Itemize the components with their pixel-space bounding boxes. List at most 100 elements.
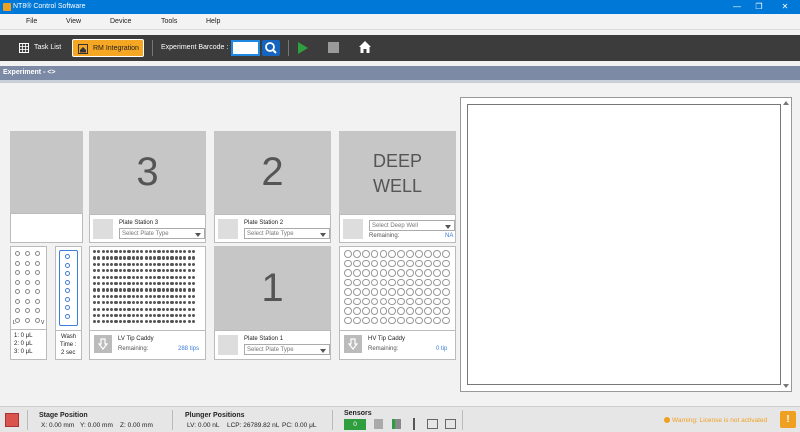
plate-station-2-select[interactable]: Select Plate Type [244, 228, 330, 239]
hv-tip-slot [432, 297, 441, 306]
lv-tip [123, 320, 127, 324]
lv-tip [183, 313, 187, 318]
hv-tip-slot [388, 288, 397, 296]
lv-tip-caddy[interactable]: LV Tip Caddy Remaining: 288 tips [89, 246, 206, 360]
lv-tip [105, 313, 110, 318]
plate-station-3-select[interactable]: Select Plate Type [119, 228, 205, 239]
lv-tip [140, 269, 144, 273]
lv-tip [114, 294, 118, 298]
rm-integration-button[interactable]: RM Integration [72, 39, 144, 57]
lv-tip [97, 250, 101, 254]
hv-tip-slot [370, 250, 379, 258]
lv-tip [105, 307, 110, 311]
scroll-down-icon[interactable] [783, 384, 789, 388]
lv-tip [174, 313, 178, 318]
menu-view[interactable]: View [66, 18, 81, 25]
reagent-well [25, 260, 30, 266]
barcode-input[interactable] [231, 40, 260, 56]
menu-tools[interactable]: Tools [161, 18, 177, 25]
lv-tip [187, 256, 191, 260]
chevron-down-icon [320, 233, 326, 237]
lv-tip [114, 262, 118, 266]
lv-caddy-name: LV Tip Caddy [118, 336, 154, 342]
plate-station-1-tile[interactable]: 1 [214, 246, 331, 330]
stage-y: Y: 0.00 mm [80, 422, 113, 429]
hv-tip-slot [379, 316, 388, 325]
deep-well-tile[interactable]: DEEP WELL [339, 131, 456, 214]
task-list-button[interactable]: Task List [14, 39, 68, 57]
lv-tip [93, 275, 97, 279]
lv-tip [110, 320, 114, 324]
lv-tip [174, 269, 178, 273]
lv-tip [148, 269, 153, 273]
house-icon [78, 44, 88, 54]
reagent-well [35, 298, 40, 304]
status-divider [332, 410, 333, 430]
plate-thumbnail [218, 335, 238, 355]
plate-station-1-select[interactable]: Select Plate Type [244, 344, 330, 355]
lv-tip [135, 288, 140, 292]
lv-tip [148, 307, 153, 311]
lv-tip [178, 250, 183, 254]
lv-tip [105, 256, 110, 260]
lv-tip [170, 262, 174, 266]
chevron-down-icon [445, 225, 451, 229]
hv-tip-slot [388, 297, 397, 306]
menu-device[interactable]: Device [110, 18, 131, 25]
lv-tip [174, 294, 178, 298]
lv-tip [183, 294, 187, 298]
lv-tip [110, 275, 114, 279]
hv-tip-slot [379, 259, 388, 268]
select-value: Select Deep Well [372, 223, 418, 229]
status-divider [172, 410, 173, 430]
lv-tip [178, 275, 183, 279]
alert-icon[interactable]: ! [780, 411, 796, 428]
lv-tip [135, 269, 140, 273]
maximize-button[interactable]: ❐ [746, 1, 772, 13]
hv-tip-slot [388, 307, 397, 315]
lv-tip [148, 320, 153, 324]
lv-tip [97, 269, 101, 273]
lv-tip [161, 313, 165, 318]
reagent-well [35, 289, 40, 294]
menu-file[interactable]: File [26, 18, 37, 25]
play-button[interactable] [298, 42, 308, 54]
lv-tip [127, 288, 131, 292]
lv-tip [166, 275, 170, 279]
lv-tip [153, 294, 157, 298]
home-icon[interactable] [358, 40, 372, 54]
lv-tip [170, 313, 174, 318]
lv-tip [110, 301, 114, 305]
deep-well-remaining-label: Remaining: [369, 233, 400, 239]
reagent-tile[interactable] [10, 131, 83, 213]
lv-tip [157, 269, 161, 273]
reagent-rack[interactable]: L V 1: 0 μL 2: 0 μL 3: 0 μL [10, 246, 47, 360]
alert-indicator[interactable] [5, 413, 19, 427]
close-button[interactable]: ✕ [772, 1, 798, 13]
search-button[interactable] [262, 40, 280, 56]
wash-station[interactable]: Wash Time : 2 sec [55, 246, 82, 360]
hv-tip-slot [388, 269, 397, 277]
lv-tip [144, 275, 148, 279]
lv-tip [110, 294, 114, 298]
deep-well-select[interactable]: Select Deep Well [369, 220, 455, 231]
lv-tip [191, 250, 196, 254]
lv-tip [118, 275, 122, 279]
lv-tip [157, 288, 161, 292]
select-value: Select Plate Type [122, 231, 169, 237]
deep-well-remaining-value: NA [445, 233, 454, 239]
hv-tip-slot [352, 316, 361, 325]
scroll-up-icon[interactable] [783, 101, 789, 105]
hv-tip-slot [441, 316, 450, 325]
toolbar-divider [288, 40, 289, 56]
plate-station-1-info: Plate Station 1 Select Plate Type [214, 330, 331, 360]
hv-tip-caddy[interactable]: HV Tip Caddy Remaining: 0 tip [339, 246, 456, 360]
lv-tip [131, 250, 135, 254]
lv-tip [101, 294, 105, 298]
hv-tip-slot [415, 297, 423, 306]
menu-help[interactable]: Help [206, 18, 220, 25]
stop-button[interactable] [328, 42, 339, 53]
plate-station-3-tile[interactable]: 3 [89, 131, 206, 214]
lv-tip [118, 294, 122, 298]
plate-station-2-tile[interactable]: 2 [214, 131, 331, 214]
